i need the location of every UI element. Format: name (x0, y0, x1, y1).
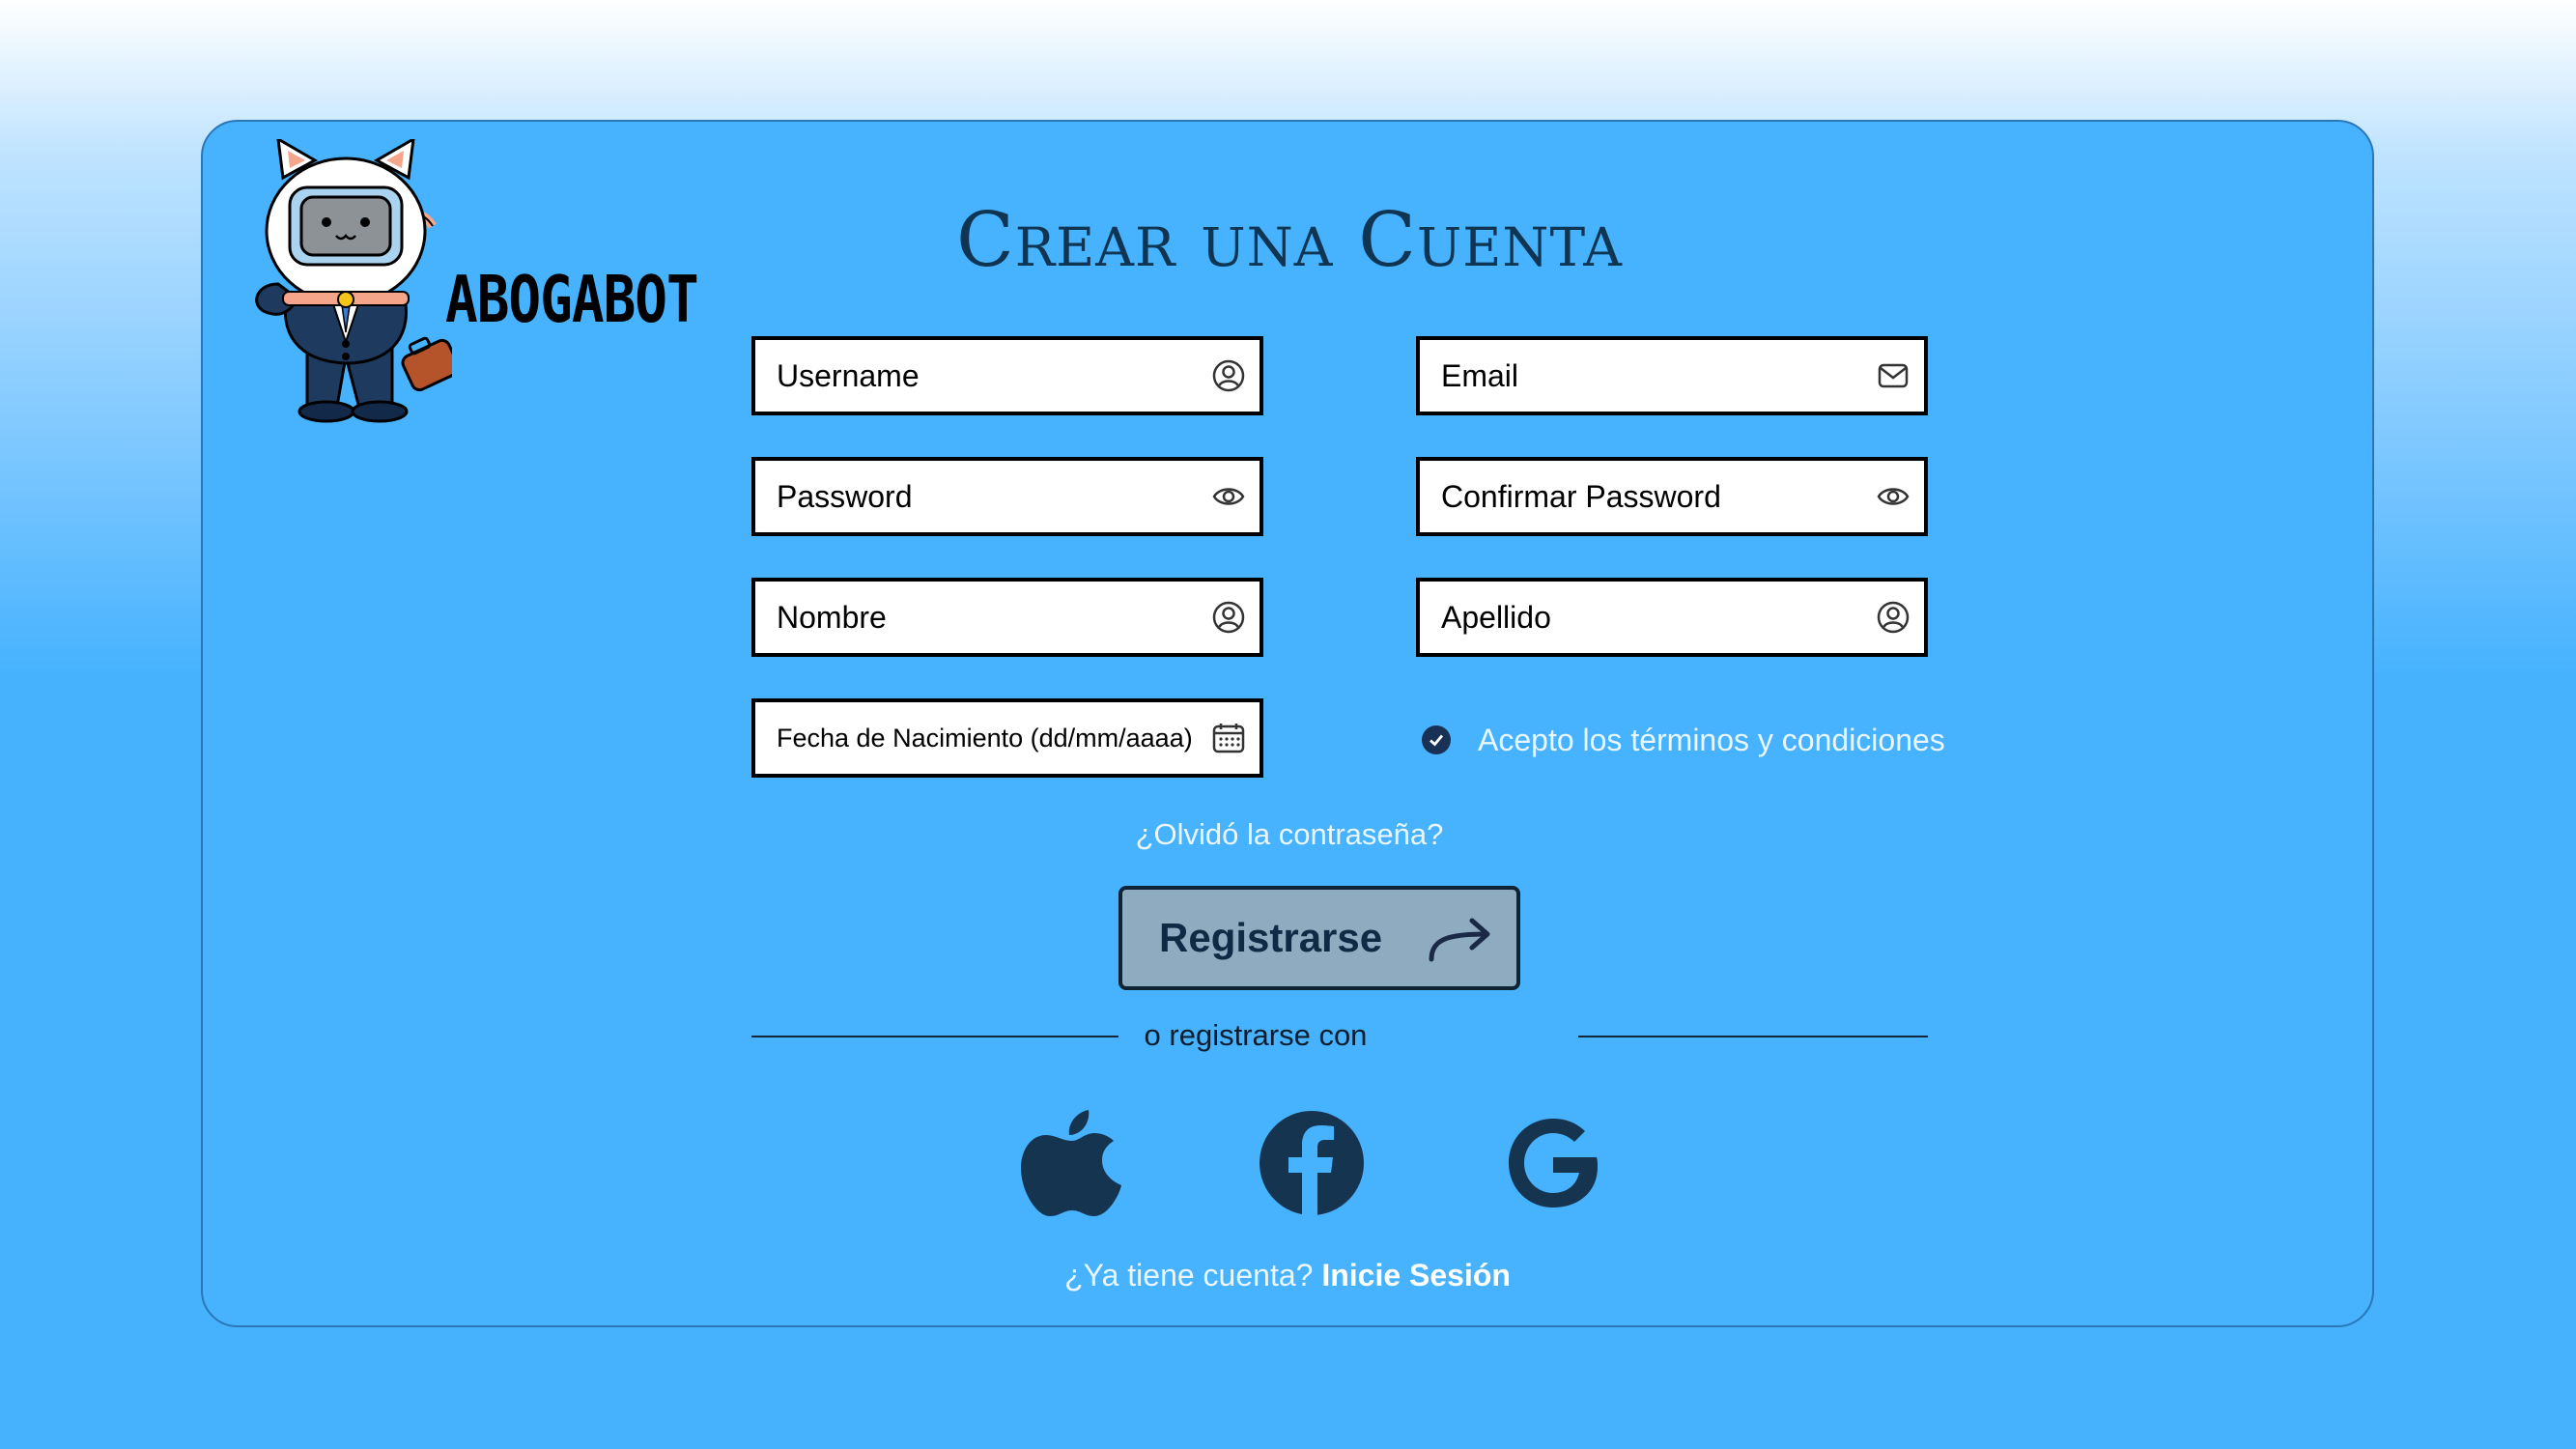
register-button-label: Registrarse (1159, 915, 1383, 960)
password-field[interactable] (751, 457, 1263, 536)
checkmark-icon (1430, 734, 1444, 747)
envelope-icon (1878, 363, 1909, 388)
facebook-login-button[interactable] (1254, 1105, 1370, 1221)
user-circle-icon (1212, 359, 1245, 392)
login-prompt-text: ¿Ya tiene cuenta? (1064, 1258, 1314, 1293)
username-input[interactable] (755, 340, 1202, 412)
login-link[interactable]: Inicie Sesión (1321, 1258, 1511, 1293)
password-input[interactable] (755, 461, 1202, 532)
user-circle-icon (1212, 601, 1245, 634)
calendar-icon[interactable] (1211, 721, 1246, 755)
page-title: Crear una Cuenta (956, 197, 1623, 284)
register-button[interactable]: Registrarse (1118, 886, 1520, 990)
terms-checkbox[interactable] (1422, 725, 1451, 754)
arrow-right-icon (1429, 918, 1490, 962)
signup-card: ABOGABOT Crear una Cuenta Username Email… (201, 120, 2374, 1327)
email-field[interactable] (1416, 336, 1928, 415)
apellido-field[interactable] (1416, 578, 1928, 657)
terms-label[interactable]: Acepto los términos y condiciones (1478, 723, 1945, 758)
apple-icon (1021, 1110, 1121, 1216)
nombre-field[interactable] (751, 578, 1263, 657)
abogabot-logo: ABOGABOT (240, 139, 699, 429)
username-field[interactable] (751, 336, 1263, 415)
confirm-password-field[interactable] (1416, 457, 1928, 536)
login-prompt: ¿Ya tiene cuenta? Inicie Sesión (203, 1258, 2372, 1293)
birthdate-field[interactable] (751, 698, 1263, 778)
apple-login-button[interactable] (1014, 1105, 1130, 1221)
confirm-password-input[interactable] (1420, 461, 1866, 532)
divider-right (1578, 1036, 1928, 1037)
eye-icon[interactable] (1876, 479, 1911, 514)
forgot-password-link[interactable]: ¿Olvidó la contraseña? (203, 817, 2376, 852)
google-icon (1509, 1119, 1598, 1208)
cat-lawyer-mascot-icon (255, 139, 452, 423)
google-login-button[interactable] (1495, 1105, 1611, 1221)
user-circle-icon (1877, 601, 1910, 634)
email-input[interactable] (1420, 340, 1866, 412)
apellido-input[interactable] (1420, 582, 1866, 653)
birthdate-input[interactable] (755, 702, 1231, 774)
divider-text: o registrarse con (1144, 1018, 1368, 1052)
nombre-input[interactable] (755, 582, 1202, 653)
facebook-icon (1260, 1111, 1364, 1217)
eye-icon[interactable] (1211, 479, 1246, 514)
terms-checkbox-row[interactable]: Acepto los términos y condiciones (1422, 721, 1945, 759)
